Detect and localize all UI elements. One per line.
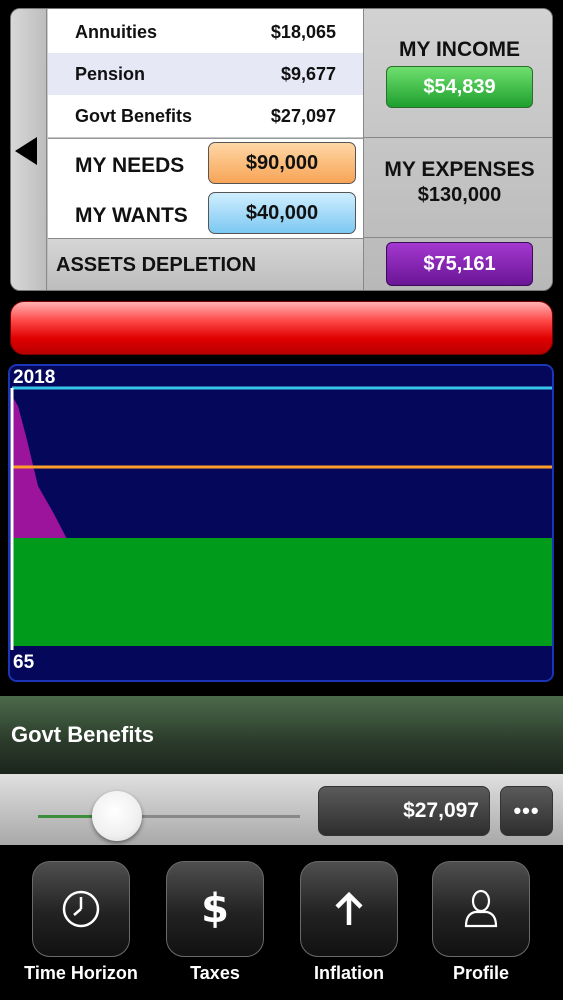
income-row-label: Govt Benefits (75, 105, 193, 126)
tab-profile[interactable]: Profile (416, 859, 546, 999)
dollar-icon: $ (201, 886, 229, 932)
income-area (12, 538, 552, 646)
up-arrow-icon (335, 891, 363, 925)
wants-label: MY WANTS (75, 204, 188, 227)
income-row-annuities[interactable]: Annuities $18,065 (48, 11, 363, 53)
slider-track[interactable] (116, 815, 300, 818)
wants-value-button[interactable]: $40,000 (208, 192, 356, 234)
needs-label: MY NEEDS (75, 154, 185, 177)
status-bar (10, 301, 553, 355)
assets-depletion-button[interactable]: $75,161 (386, 242, 533, 286)
income-row-govt-benefits[interactable]: Govt Benefits $27,097 (48, 95, 363, 137)
needs-row: MY NEEDS $90,000 (48, 141, 363, 191)
income-total-button[interactable]: $54,839 (386, 66, 533, 108)
income-title: MY INCOME (399, 38, 520, 61)
needs-value-button[interactable]: $90,000 (208, 142, 356, 184)
tab-button[interactable] (32, 861, 130, 957)
summary-panel: Annuities $18,065 Pension $9,677 Govt Be… (10, 8, 553, 291)
chart-top-label: 2018 (13, 367, 56, 388)
divider (364, 137, 552, 138)
tab-label: Time Horizon (24, 963, 138, 983)
value-slider-panel: $27,097 ••• (0, 774, 563, 845)
expenses-title: MY EXPENSES (384, 158, 535, 181)
income-row-label: Annuities (75, 21, 158, 42)
income-row-value: $9,677 (280, 63, 336, 84)
income-sources-table: Annuities $18,065 Pension $9,677 Govt Be… (48, 9, 363, 137)
projection-chart-svg (10, 366, 552, 680)
tab-label: Profile (452, 963, 509, 983)
person-icon (464, 889, 498, 928)
wants-row: MY WANTS $40,000 (48, 191, 363, 241)
tab-button[interactable] (432, 861, 530, 957)
more-button[interactable]: ••• (500, 786, 553, 836)
totals-column: MY INCOME $54,839 MY EXPENSES $130,000 $… (363, 9, 552, 290)
tab-label: Taxes (190, 963, 240, 983)
back-arrow-icon[interactable] (15, 137, 37, 165)
income-row-value: $18,065 (270, 21, 336, 42)
detail-title: Govt Benefits (0, 696, 563, 774)
assets-depletion-label: ASSETS DEPLETION (48, 238, 363, 290)
tab-label: Inflation (314, 963, 384, 983)
clock-icon (62, 890, 100, 928)
needs-wants-box: MY NEEDS $90,000 MY WANTS $40,000 (48, 138, 363, 238)
divider (364, 237, 552, 238)
tab-button[interactable]: $ (166, 861, 264, 957)
income-row-pension[interactable]: Pension $9,677 (48, 53, 363, 95)
back-strip[interactable] (11, 9, 47, 290)
tab-taxes[interactable]: $ Taxes (150, 859, 280, 999)
income-row-value: $27,097 (270, 105, 336, 126)
slider-thumb[interactable] (91, 791, 142, 841)
tab-inflation[interactable]: Inflation (284, 859, 414, 999)
expenses-total: $130,000 (417, 184, 502, 206)
bottom-tab-bar: Time Horizon $ Taxes Inflation Profile (0, 845, 563, 1000)
value-field[interactable]: $27,097 (318, 786, 490, 836)
tab-button[interactable] (300, 861, 398, 957)
chart-bottom-label: 65 (13, 652, 35, 673)
income-row-label: Pension (75, 63, 146, 84)
tab-time-horizon[interactable]: Time Horizon (16, 859, 146, 999)
projection-chart: 2018 65 (8, 364, 554, 682)
